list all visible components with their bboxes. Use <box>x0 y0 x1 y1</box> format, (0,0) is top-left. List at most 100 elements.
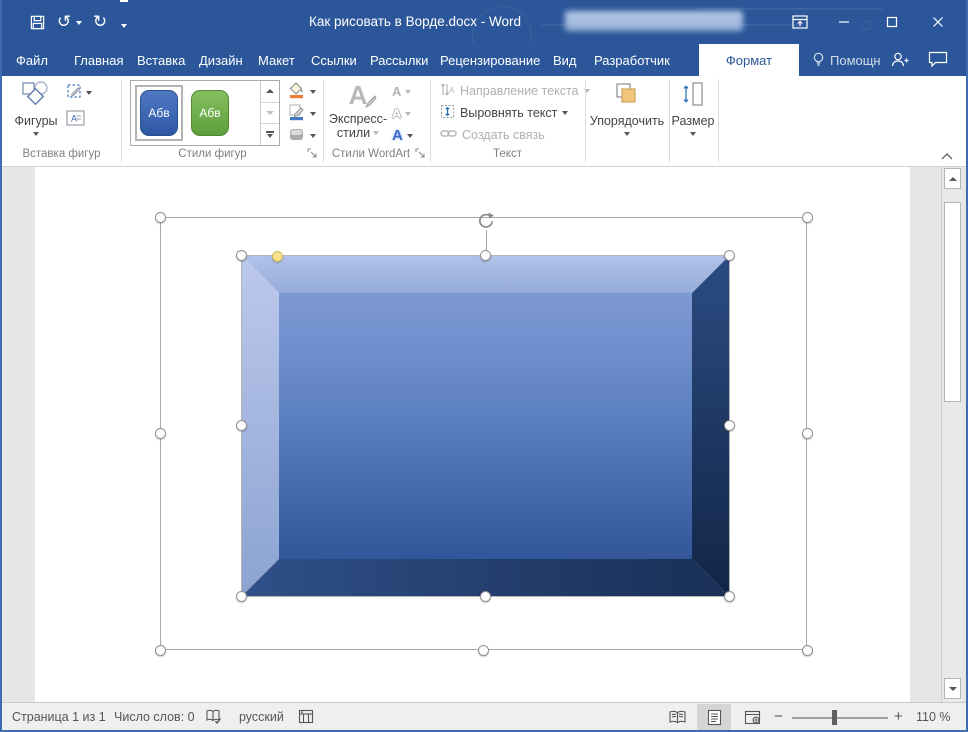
save-icon[interactable] <box>26 0 48 44</box>
tab-mailings[interactable]: Рассылки <box>370 44 428 76</box>
minimize-button[interactable] <box>830 0 858 44</box>
scrollbar-thumb[interactable] <box>944 202 961 402</box>
wordart-dialog-launcher-icon[interactable] <box>415 148 427 160</box>
tab-design[interactable]: Дизайн <box>199 44 243 76</box>
shape-style-preview-green[interactable]: Абв <box>191 90 229 136</box>
zoom-level-button[interactable]: 110 % <box>916 703 951 731</box>
svg-text:A: A <box>449 86 455 95</box>
shape-styles-dialog-launcher-icon[interactable] <box>307 148 319 160</box>
create-link-label: Создать связь <box>462 128 545 142</box>
zoom-slider-track[interactable] <box>792 717 888 719</box>
gallery-scroll-up-icon[interactable] <box>261 81 279 103</box>
resize-handle[interactable] <box>236 591 247 602</box>
shapes-button-label: Фигуры <box>14 114 57 128</box>
document-area <box>2 167 966 702</box>
resize-handle[interactable] <box>155 212 166 223</box>
qat-customize-button[interactable] <box>116 0 132 44</box>
text-box-icon: A <box>66 110 85 129</box>
tab-references[interactable]: Ссылки <box>311 44 357 76</box>
share-person-icon[interactable] <box>890 44 909 76</box>
shape-fill-button[interactable] <box>288 81 316 102</box>
shapes-dropdown-icon <box>33 132 39 136</box>
proofing-icon[interactable] <box>205 709 222 725</box>
ribbon-display-options-button[interactable] <box>786 0 814 44</box>
scroll-up-icon[interactable] <box>944 168 961 189</box>
zoom-out-button[interactable]: − <box>774 703 783 731</box>
edit-shape-button[interactable] <box>66 82 92 104</box>
quick-styles-icon: А <box>349 80 368 112</box>
collapse-ribbon-icon[interactable] <box>940 150 954 164</box>
create-link-button[interactable]: Создать связь <box>440 125 545 145</box>
tab-file[interactable]: Файл <box>16 44 48 76</box>
shape-styles-gallery: Абв Абв <box>130 80 280 146</box>
size-icon <box>680 80 706 111</box>
gallery-scrollbar <box>260 81 279 145</box>
resize-handle[interactable] <box>155 645 166 656</box>
resize-handle[interactable] <box>480 250 491 261</box>
undo-button[interactable]: ↺ <box>54 0 74 44</box>
tab-developer[interactable]: Разработчик <box>594 44 670 76</box>
vertical-scrollbar[interactable] <box>941 167 962 702</box>
text-effects-button[interactable]: А <box>392 125 413 146</box>
resize-handle[interactable] <box>478 645 489 656</box>
scroll-down-icon[interactable] <box>944 678 961 699</box>
undo-dropdown-icon[interactable] <box>74 0 84 44</box>
resize-handle[interactable] <box>802 428 813 439</box>
resize-handle[interactable] <box>724 250 735 261</box>
zoom-in-button[interactable]: + <box>894 703 903 731</box>
group-label-text: Текст <box>430 148 585 162</box>
read-mode-button[interactable] <box>660 704 694 730</box>
text-fill-icon: А <box>392 84 401 99</box>
gallery-more-icon[interactable] <box>261 124 279 145</box>
tab-format-active[interactable]: Формат <box>699 44 799 76</box>
zoom-slider-thumb[interactable] <box>832 710 837 725</box>
tab-review[interactable]: Рецензирование <box>440 44 540 76</box>
tab-home[interactable]: Главная <box>74 44 123 76</box>
text-direction-icon: A <box>440 82 455 100</box>
tab-help[interactable]: Помощн <box>830 44 881 76</box>
rotation-handle-icon[interactable] <box>476 211 496 236</box>
shape-outline-button[interactable] <box>288 103 316 124</box>
arrange-button[interactable]: Упорядочить <box>590 80 664 136</box>
resize-handle[interactable] <box>802 645 813 656</box>
resize-handle[interactable] <box>236 250 247 261</box>
group-label-shape-styles: Стили фигур <box>130 148 295 162</box>
svg-text:A: A <box>71 113 77 123</box>
shape-style-preview-blue: Абв <box>140 90 178 136</box>
shapes-button[interactable]: Фигуры <box>10 80 62 136</box>
close-button[interactable] <box>924 0 952 44</box>
page-number-status[interactable]: Страница 1 из 1 <box>12 703 106 731</box>
print-layout-button[interactable] <box>697 704 731 730</box>
quick-styles-label-line1: Экспресс- <box>329 112 387 126</box>
resize-handle[interactable] <box>155 428 166 439</box>
shape-fill-icon <box>288 81 306 102</box>
web-layout-button[interactable] <box>735 704 769 730</box>
align-text-button[interactable]: Выровнять текст <box>440 103 568 123</box>
resize-handle[interactable] <box>724 591 735 602</box>
gallery-scroll-down-icon[interactable] <box>261 103 279 125</box>
tab-view[interactable]: Вид <box>553 44 577 76</box>
text-box-button[interactable]: A <box>66 108 85 130</box>
maximize-button[interactable] <box>878 0 906 44</box>
text-outline-button[interactable]: А <box>392 103 411 124</box>
shape-style-selected[interactable]: Абв <box>135 85 183 141</box>
tab-layout[interactable]: Макет <box>258 44 295 76</box>
macro-record-icon[interactable] <box>298 709 314 725</box>
language-status[interactable]: русский <box>239 703 284 731</box>
text-direction-button[interactable]: A Направление текста <box>440 81 590 101</box>
text-fill-button[interactable]: А <box>392 81 411 102</box>
resize-handle[interactable] <box>480 591 491 602</box>
align-text-label: Выровнять текст <box>460 106 557 120</box>
resize-handle[interactable] <box>802 212 813 223</box>
redo-button[interactable]: ↻ <box>90 0 110 44</box>
tab-insert[interactable]: Вставка <box>137 44 185 76</box>
shape-effects-button[interactable] <box>288 125 316 146</box>
comments-icon[interactable] <box>928 44 948 76</box>
resize-handle[interactable] <box>724 420 735 431</box>
size-button[interactable]: Размер <box>670 80 716 136</box>
adjust-handle[interactable] <box>272 251 283 262</box>
resize-handle[interactable] <box>236 420 247 431</box>
word-count-status[interactable]: Число слов: 0 <box>114 703 195 731</box>
beveled-rectangle-shape[interactable] <box>241 255 730 597</box>
quick-styles-button[interactable]: А Экспресс- стили <box>330 80 386 140</box>
